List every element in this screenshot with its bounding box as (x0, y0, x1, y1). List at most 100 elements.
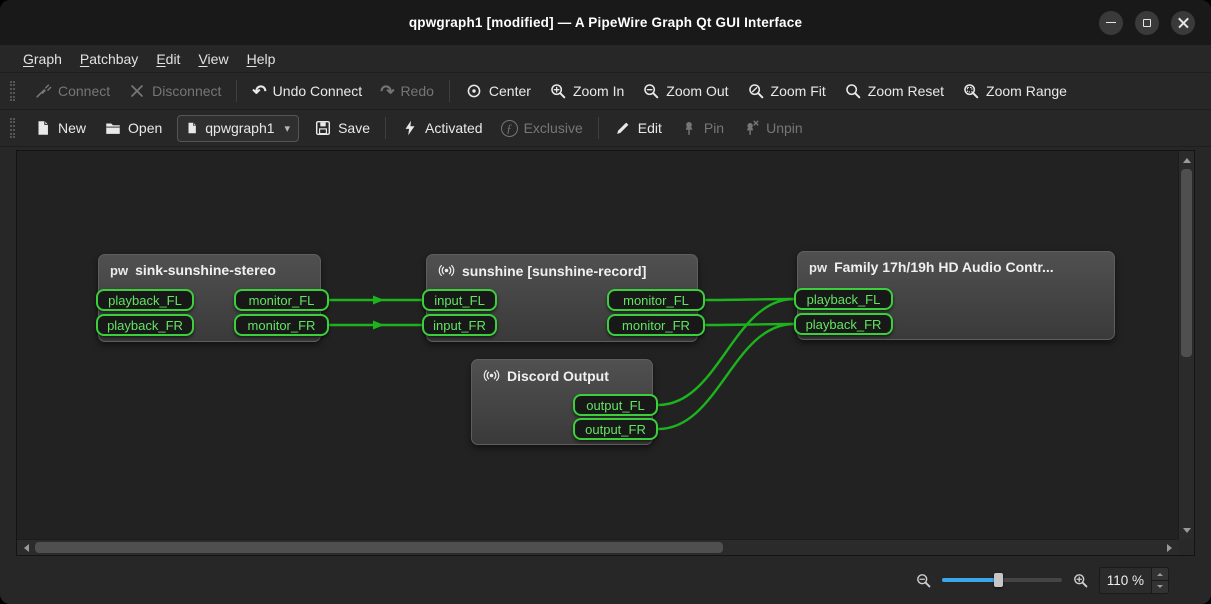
connect-label: Connect (58, 83, 110, 99)
toolbar-handle[interactable] (10, 118, 15, 138)
connection-wire[interactable] (705, 299, 794, 300)
port-monitor-fl[interactable]: monitor_FL (607, 289, 705, 311)
new-button[interactable]: New (25, 114, 95, 142)
menubar: Graph Patchbay Edit View Help (0, 45, 1211, 73)
horizontal-scrollbar[interactable] (17, 539, 1178, 555)
unpin-icon (742, 119, 760, 137)
statusbar: 110 % (0, 556, 1211, 604)
new-label: New (58, 120, 86, 136)
zoom-in-status-icon[interactable] (1072, 572, 1089, 589)
connect-button: Connect (25, 77, 119, 105)
record-icon (483, 367, 500, 384)
menu-view-label: iew (208, 51, 229, 67)
graph-scroll-area: pw sink-sunshine-stereo playback_FL play… (16, 150, 1195, 556)
scroll-left-button[interactable] (17, 540, 33, 556)
zoom-in-label: Zoom In (573, 83, 624, 99)
menu-graph[interactable]: Graph (14, 48, 71, 70)
toolbar-separator (385, 117, 386, 139)
zoom-slider-fill (942, 578, 997, 582)
menu-patchbay[interactable]: Patchbay (71, 48, 147, 70)
zoom-range-button[interactable]: Zoom Range (953, 77, 1076, 105)
zoom-reset-label: Zoom Reset (868, 83, 944, 99)
port-monitor-fr[interactable]: monitor_FR (234, 314, 329, 336)
port-playback-fl[interactable]: playback_FL (96, 289, 194, 311)
center-button[interactable]: Center (456, 77, 540, 105)
maximize-button[interactable] (1135, 11, 1159, 35)
window-controls (1099, 11, 1195, 35)
maximize-icon (1143, 19, 1151, 27)
node-header: pw sink-sunshine-stereo (99, 255, 320, 278)
zoom-spin-down-button[interactable] (1152, 580, 1168, 593)
unpin-label: Unpin (766, 120, 803, 136)
menu-edit-label: dit (166, 51, 181, 67)
pin-label: Pin (704, 120, 724, 136)
minimize-button[interactable] (1099, 11, 1123, 35)
port-output-fl[interactable]: output_FL (573, 394, 658, 416)
close-button[interactable] (1171, 11, 1195, 35)
port-monitor-fl[interactable]: monitor_FL (234, 289, 329, 311)
toolbar-separator (598, 117, 599, 139)
arrow-right-icon (1167, 544, 1176, 552)
zoom-range-icon (962, 82, 980, 100)
toolbar-handle[interactable] (10, 81, 15, 101)
menu-view[interactable]: View (189, 48, 237, 70)
port-monitor-fr[interactable]: monitor_FR (607, 314, 705, 336)
exclusive-label: Exclusive (524, 120, 583, 136)
disconnect-label: Disconnect (152, 83, 221, 99)
save-button[interactable]: Save (305, 114, 379, 142)
zoom-spin-up-button[interactable] (1152, 568, 1168, 580)
titlebar[interactable]: qpwgraph1 [modified] — A PipeWire Graph … (0, 0, 1211, 45)
pipewire-icon: pw (809, 261, 827, 274)
menu-edit[interactable]: Edit (147, 48, 189, 70)
zoom-fit-label: Zoom Fit (771, 83, 826, 99)
vertical-scrollbar[interactable] (1178, 151, 1194, 539)
menu-patchbay-accel: P (80, 51, 89, 67)
scroll-down-button[interactable] (1179, 523, 1195, 539)
port-input-fr[interactable]: input_FR (422, 314, 497, 336)
node-header: sunshine [sunshine-record] (427, 255, 697, 279)
zoom-in-button[interactable]: Zoom In (540, 77, 633, 105)
scroll-right-button[interactable] (1162, 540, 1178, 556)
node-header: pw Family 17h/19h HD Audio Contr... (798, 252, 1114, 275)
activated-button[interactable]: Activated (392, 114, 492, 142)
zoom-slider-handle[interactable] (994, 573, 1003, 587)
zoom-out-button[interactable]: Zoom Out (633, 77, 737, 105)
horizontal-scrollbar-thumb[interactable] (35, 542, 723, 553)
scroll-up-button[interactable] (1179, 151, 1195, 167)
menu-help[interactable]: Help (238, 48, 285, 70)
node-header: Discord Output (472, 360, 652, 384)
zoom-reset-button[interactable]: Zoom Reset (835, 77, 953, 105)
port-input-fl[interactable]: input_FL (422, 289, 497, 311)
undo-connect-button[interactable]: ↶ Undo Connect (243, 78, 371, 105)
toolbar-graph: Connect Disconnect ↶ Undo Connect ↷ Redo… (0, 73, 1211, 110)
zoom-spinbox[interactable]: 110 % (1099, 567, 1169, 594)
arrow-down-icon (1183, 528, 1191, 537)
open-button[interactable]: Open (95, 114, 171, 142)
zoom-fit-button[interactable]: Zoom Fit (738, 77, 835, 105)
zoom-out-status-icon[interactable] (915, 572, 932, 589)
pin-button: Pin (671, 114, 733, 142)
open-label: Open (128, 120, 162, 136)
patchbay-combo[interactable]: qpwgraph1 ▾ (177, 115, 299, 142)
menu-help-accel: H (247, 51, 257, 67)
redo-button: ↷ Redo (371, 78, 443, 105)
edit-button[interactable]: Edit (605, 114, 671, 142)
port-output-fr[interactable]: output_FR (573, 418, 658, 440)
port-playback-fr[interactable]: playback_FR (96, 314, 194, 336)
graph-canvas[interactable]: pw sink-sunshine-stereo playback_FL play… (17, 151, 1178, 539)
zoom-slider[interactable] (942, 571, 1062, 589)
window-title: qpwgraph1 [modified] — A PipeWire Graph … (409, 15, 802, 30)
connection-wire[interactable] (705, 324, 794, 325)
zoom-fit-icon (747, 82, 765, 100)
menu-patchbay-label: atchbay (89, 51, 138, 67)
port-playback-fr[interactable]: playback_FR (794, 313, 893, 335)
pin-icon (680, 119, 698, 137)
exclusive-button: ƒ Exclusive (492, 115, 592, 142)
undo-icon: ↶ (252, 83, 266, 100)
vertical-scrollbar-thumb[interactable] (1181, 169, 1192, 357)
port-playback-fl[interactable]: playback_FL (794, 288, 893, 310)
node-title: Family 17h/19h HD Audio Contr... (834, 259, 1054, 275)
minimize-icon (1106, 22, 1116, 24)
save-icon (314, 119, 332, 137)
redo-label: Redo (400, 83, 433, 99)
